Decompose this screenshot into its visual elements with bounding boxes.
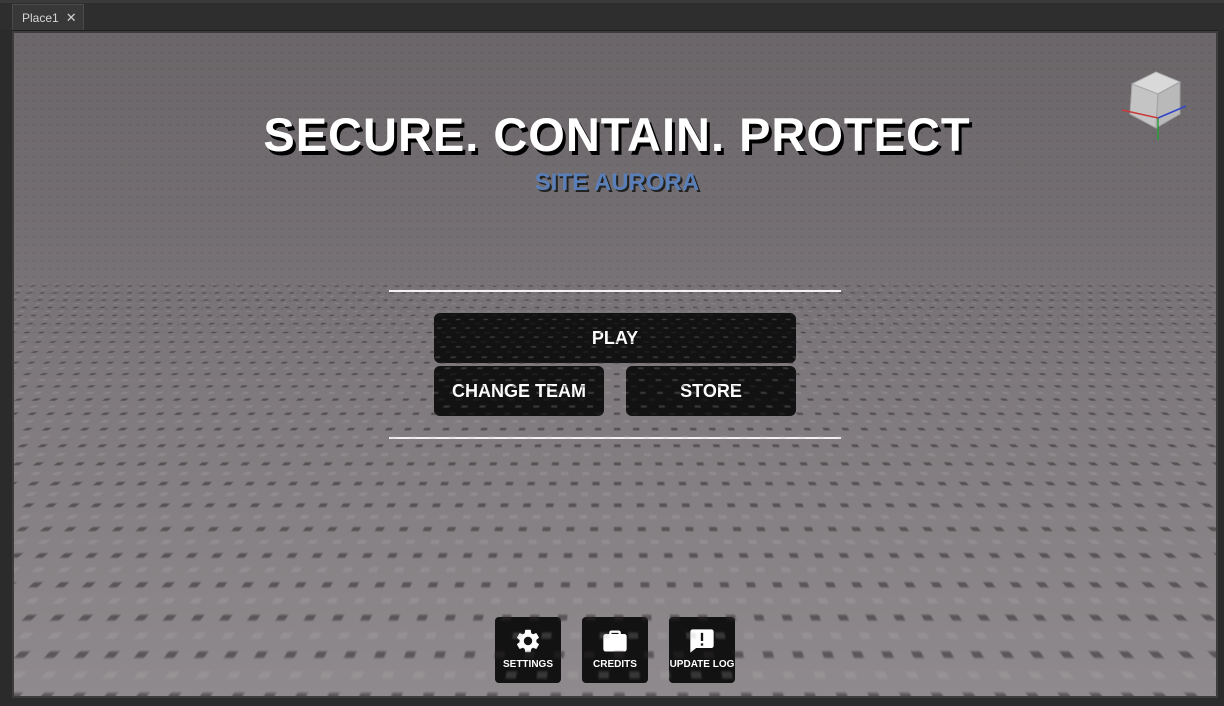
change-team-button[interactable]: CHANGE TEAM xyxy=(434,366,604,416)
bottom-edge xyxy=(0,698,1224,706)
document-tab-bar: Place1 ✕ xyxy=(0,0,1224,31)
credits-button[interactable]: CREDITS xyxy=(582,617,648,683)
settings-label: SETTINGS xyxy=(502,659,553,670)
bottom-divider xyxy=(389,437,841,439)
tab-place1[interactable]: Place1 ✕ xyxy=(12,4,84,30)
gear-icon xyxy=(517,629,539,653)
play-button[interactable]: PLAY xyxy=(434,313,796,363)
title-bar-edge xyxy=(0,0,1224,3)
tab-label: Place1 xyxy=(22,10,59,25)
close-icon[interactable]: ✕ xyxy=(66,10,77,26)
top-divider xyxy=(389,290,841,292)
page-subtitle: SITE AURORA xyxy=(534,169,700,196)
page-title: SECURE. CONTAIN. PROTECT xyxy=(263,108,971,161)
update-log-label: UPDATE LOG xyxy=(669,659,735,670)
alert-message-icon xyxy=(690,629,714,653)
update-log-button[interactable]: UPDATE LOG xyxy=(669,617,735,683)
briefcase-icon xyxy=(603,630,627,652)
credits-label: CREDITS xyxy=(593,659,637,670)
game-viewport[interactable]: SECURE. CONTAIN. PROTECT SITE AURORA PLA… xyxy=(12,31,1218,698)
settings-button[interactable]: SETTINGS xyxy=(495,617,561,683)
store-button[interactable]: STORE xyxy=(626,366,796,416)
right-edge xyxy=(1218,30,1224,706)
